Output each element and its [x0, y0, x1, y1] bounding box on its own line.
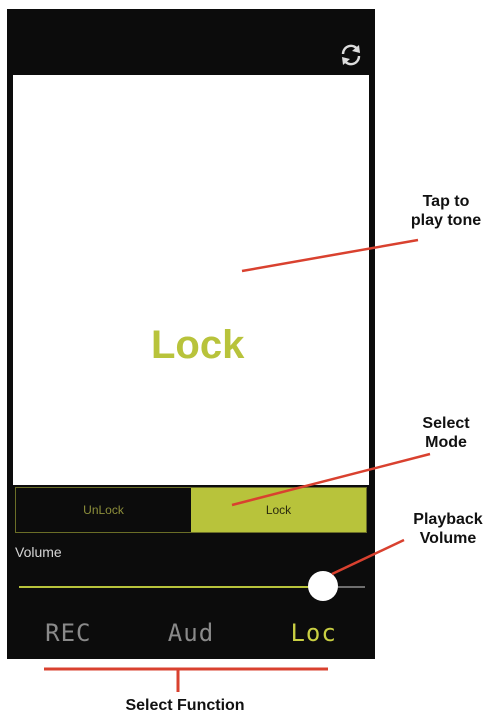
callout-playback-volume: Playback Volume [396, 510, 500, 548]
tab-rec[interactable]: REC [37, 615, 99, 655]
volume-track-fill [19, 586, 324, 588]
callout-tap-line2: play tone [410, 212, 482, 229]
callout-select-function: Select Function [125, 697, 245, 714]
callout-volume-line2: Volume [419, 530, 477, 547]
callout-volume-line1: Playback [413, 511, 483, 528]
mode-lock-button[interactable]: Lock [191, 488, 366, 532]
top-bar [7, 9, 375, 75]
tone-play-panel[interactable]: Lock [13, 75, 369, 485]
volume-label: Volume [15, 544, 62, 560]
callout-select-mode: Select Mode [396, 414, 496, 452]
refresh-icon[interactable] [339, 43, 363, 67]
tab-loc[interactable]: Loc [282, 615, 344, 655]
callout-mode-line1: Select [422, 415, 470, 432]
tone-label: Lock [151, 323, 245, 367]
tab-aud[interactable]: Aud [160, 615, 222, 655]
volume-slider[interactable] [19, 571, 365, 601]
phone-screen: Lock UnLock Lock Volume REC Aud Loc [7, 9, 375, 659]
volume-slider-thumb[interactable] [308, 571, 339, 601]
mode-unlock-button[interactable]: UnLock [16, 488, 191, 532]
callout-tap-to-play: Tap to play tone [396, 192, 496, 230]
callout-mode-line2: Mode [425, 434, 467, 451]
function-tabs: REC Aud Loc [7, 615, 375, 655]
mode-selector: UnLock Lock [15, 487, 367, 533]
callout-tap-line1: Tap to [422, 193, 470, 210]
